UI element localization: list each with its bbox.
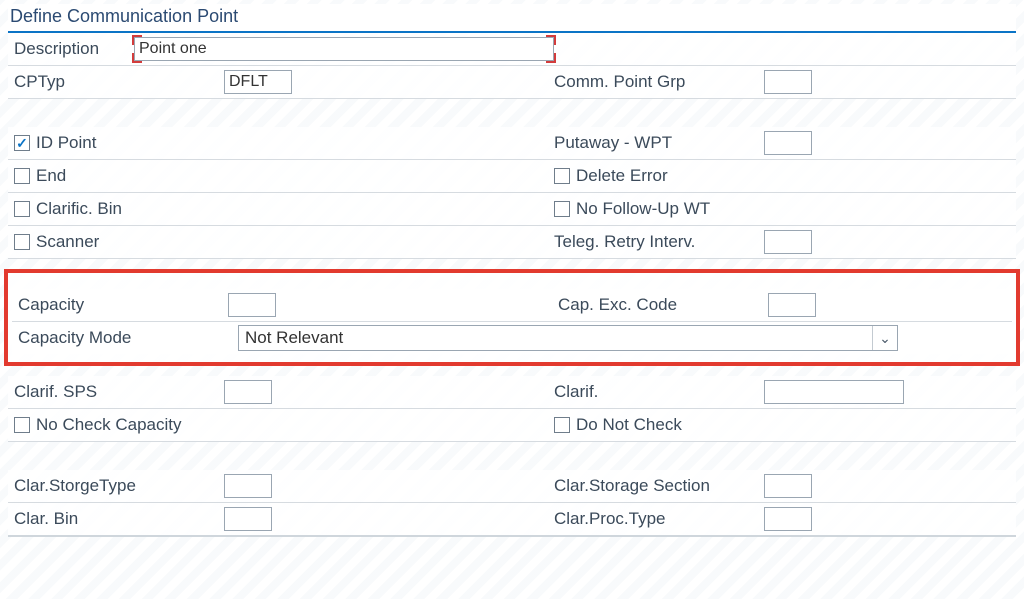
clar-bin-label: Clar. Bin bbox=[14, 509, 224, 529]
description-label: Description bbox=[14, 39, 134, 59]
checkbox-box-icon bbox=[554, 417, 570, 433]
focus-corner-bl bbox=[132, 53, 142, 63]
define-comm-point-panel: Define Communication Point Description C… bbox=[0, 0, 1024, 537]
clarif-input[interactable] bbox=[764, 380, 904, 404]
spacer-1 bbox=[8, 99, 1016, 127]
capacity-highlight-box: Capacity Cap. Exc. Code Capacity Mode No… bbox=[4, 269, 1020, 366]
clarif-sps-input[interactable] bbox=[224, 380, 272, 404]
clarif-sps-label: Clarif. SPS bbox=[14, 382, 224, 402]
checkbox-box-icon bbox=[14, 417, 30, 433]
chevron-down-icon: ⌄ bbox=[872, 326, 897, 350]
scanner-label: Scanner bbox=[36, 232, 99, 252]
description-input[interactable] bbox=[134, 37, 554, 61]
checkbox-box-icon: ✓ bbox=[14, 135, 30, 151]
row-nocheckcap-donotcheck: No Check Capacity Do Not Check bbox=[8, 409, 1016, 442]
cap-exc-code-label: Cap. Exc. Code bbox=[558, 295, 768, 315]
checkbox-box-icon bbox=[14, 168, 30, 184]
row-cptyp: CPTyp Comm. Point Grp bbox=[8, 66, 1016, 99]
row-end-deleteerror: End Delete Error bbox=[8, 160, 1016, 193]
do-not-check-checkbox[interactable]: Do Not Check bbox=[554, 415, 682, 435]
clar-storagetype-input[interactable] bbox=[224, 474, 272, 498]
id-point-label: ID Point bbox=[36, 133, 96, 153]
spacer-2 bbox=[8, 442, 1016, 470]
focus-corner-tr bbox=[546, 35, 556, 45]
cptyp-input bbox=[224, 70, 292, 94]
end-label: End bbox=[36, 166, 66, 186]
putaway-wpt-input[interactable] bbox=[764, 131, 812, 155]
capacity-mode-select[interactable]: Not Relevant ⌄ bbox=[238, 325, 898, 351]
end-checkbox[interactable]: End bbox=[14, 166, 66, 186]
teleg-retry-label: Teleg. Retry Interv. bbox=[554, 232, 764, 252]
delete-error-checkbox[interactable]: Delete Error bbox=[554, 166, 668, 186]
focus-corner-br bbox=[546, 53, 556, 63]
focus-corner-tl bbox=[132, 35, 142, 45]
no-followup-wt-checkbox[interactable]: No Follow-Up WT bbox=[554, 199, 710, 219]
capacity-mode-label: Capacity Mode bbox=[18, 328, 228, 348]
comm-point-grp-label: Comm. Point Grp bbox=[554, 72, 764, 92]
row-clar-bin: Clar. Bin Clar.Proc.Type bbox=[8, 503, 1016, 537]
checkbox-box-icon bbox=[554, 168, 570, 184]
do-not-check-label: Do Not Check bbox=[576, 415, 682, 435]
capacity-mode-value: Not Relevant bbox=[239, 328, 872, 348]
row-capacity: Capacity Cap. Exc. Code bbox=[12, 289, 1012, 322]
capacity-label: Capacity bbox=[18, 295, 228, 315]
scanner-checkbox[interactable]: Scanner bbox=[14, 232, 99, 252]
row-clar-storagetype: Clar.StorgeType Clar.Storage Section bbox=[8, 470, 1016, 503]
row-idpoint-putaway: ✓ ID Point Putaway - WPT bbox=[8, 127, 1016, 160]
checkbox-box-icon bbox=[554, 201, 570, 217]
no-followup-wt-label: No Follow-Up WT bbox=[576, 199, 710, 219]
row-scanner-telegretry: Scanner Teleg. Retry Interv. bbox=[8, 226, 1016, 259]
cptyp-label: CPTyp bbox=[14, 72, 224, 92]
clar-storagesection-input[interactable] bbox=[764, 474, 812, 498]
cap-exc-code-input[interactable] bbox=[768, 293, 816, 317]
row-clarif-sps: Clarif. SPS Clarif. bbox=[8, 376, 1016, 409]
delete-error-label: Delete Error bbox=[576, 166, 668, 186]
checkbox-box-icon bbox=[14, 201, 30, 217]
no-check-capacity-checkbox[interactable]: No Check Capacity bbox=[14, 415, 182, 435]
clarific-bin-checkbox[interactable]: Clarific. Bin bbox=[14, 199, 122, 219]
clarif-label: Clarif. bbox=[554, 382, 764, 402]
clar-proctype-label: Clar.Proc.Type bbox=[554, 509, 764, 529]
id-point-checkbox[interactable]: ✓ ID Point bbox=[14, 133, 96, 153]
row-capacity-mode: Capacity Mode Not Relevant ⌄ bbox=[12, 322, 1012, 354]
comm-point-grp-input[interactable] bbox=[764, 70, 812, 94]
putaway-wpt-label: Putaway - WPT bbox=[554, 133, 764, 153]
clar-bin-input[interactable] bbox=[224, 507, 272, 531]
row-description: Description bbox=[8, 33, 1016, 66]
panel-title: Define Communication Point bbox=[8, 4, 1016, 33]
checkbox-box-icon bbox=[14, 234, 30, 250]
clarific-bin-label: Clarific. Bin bbox=[36, 199, 122, 219]
row-clarificbin-nofollowup: Clarific. Bin No Follow-Up WT bbox=[8, 193, 1016, 226]
clar-storagesection-label: Clar.Storage Section bbox=[554, 476, 764, 496]
description-focus-frame bbox=[134, 37, 554, 61]
no-check-capacity-label: No Check Capacity bbox=[36, 415, 182, 435]
teleg-retry-input[interactable] bbox=[764, 230, 812, 254]
clar-proctype-input[interactable] bbox=[764, 507, 812, 531]
clar-storagetype-label: Clar.StorgeType bbox=[14, 476, 224, 496]
capacity-input[interactable] bbox=[228, 293, 276, 317]
